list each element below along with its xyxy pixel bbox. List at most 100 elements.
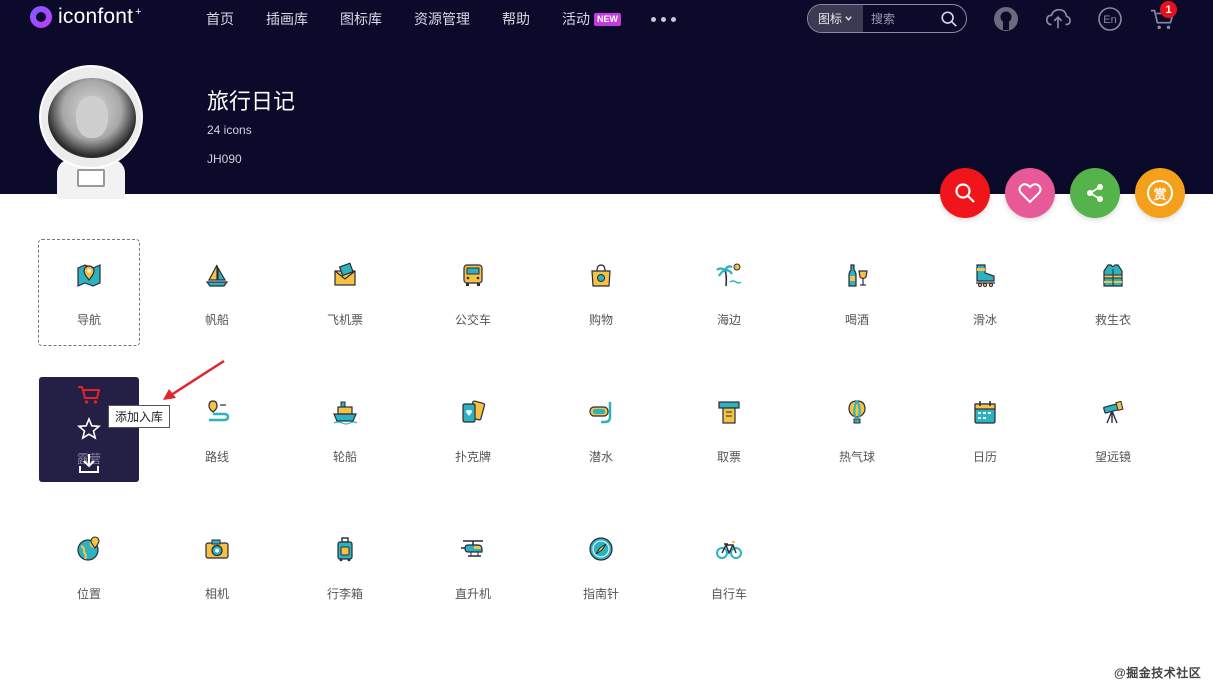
telescope-icon — [1103, 400, 1124, 424]
wine-icon — [848, 264, 868, 287]
favorite-button[interactable] — [1005, 168, 1055, 218]
icon-card[interactable]: 喝酒 — [793, 232, 921, 369]
icon-label: 公交车 — [454, 313, 491, 327]
ship-icon — [333, 401, 358, 425]
plane-ticket-icon — [334, 262, 356, 286]
search-icon — [955, 183, 975, 203]
life-vest-icon — [1103, 264, 1123, 287]
icon-label: 帆船 — [204, 313, 229, 327]
reward-label: 赏 — [1147, 180, 1173, 206]
main-nav: 首页 插画库 图标库 资源管理 帮助 活动 NEW — [206, 9, 676, 29]
bus-icon — [463, 264, 483, 286]
avatar — [39, 65, 143, 199]
nav-item-illustrations[interactable]: 插画库 — [266, 9, 308, 29]
camera-icon — [205, 539, 229, 559]
download-icon[interactable] — [77, 451, 101, 475]
icon-card[interactable]: 公交车 — [409, 232, 537, 369]
language-label: En — [1103, 14, 1116, 26]
logo-plus: + — [135, 6, 142, 18]
search-icon[interactable] — [940, 10, 958, 28]
icon-label: 导航 — [76, 313, 101, 327]
nav-item-icon-library[interactable]: 图标库 — [340, 9, 382, 29]
new-badge: NEW — [594, 12, 621, 26]
icon-card[interactable]: 直升机 — [409, 506, 537, 643]
map-pin-icon — [77, 264, 101, 287]
icon-label: 扑克牌 — [454, 450, 491, 464]
logo-text: iconfont — [58, 5, 134, 28]
icon-label: 望远镜 — [1094, 450, 1131, 464]
nav-item-help[interactable]: 帮助 — [502, 9, 530, 29]
icon-label: 指南针 — [582, 587, 619, 601]
more-icon[interactable] — [651, 16, 676, 22]
icon-label: 喝酒 — [844, 313, 869, 327]
icon-card[interactable]: 相机 — [153, 506, 281, 643]
logo-mark-icon — [30, 6, 52, 28]
luggage-icon — [337, 537, 353, 562]
icon-label: 海边 — [716, 313, 741, 327]
icon-card[interactable]: 自行车 — [665, 506, 793, 643]
calendar-icon — [974, 401, 996, 424]
avatar-helmet — [39, 65, 143, 169]
icon-card[interactable]: 日历 — [921, 369, 1049, 506]
add-to-cart-icon[interactable] — [77, 383, 101, 407]
icon-card[interactable]: 轮船 — [281, 369, 409, 506]
nav-item-resources[interactable]: 资源管理 — [414, 9, 470, 29]
icon-card[interactable]: 位置 — [25, 506, 153, 643]
page-title: 旅行日记 — [207, 89, 296, 114]
cards-icon — [462, 400, 486, 423]
search-box: 图标 — [807, 4, 967, 33]
hot-air-balloon-icon — [848, 400, 866, 424]
share-icon — [1087, 184, 1103, 202]
github-icon[interactable] — [993, 6, 1019, 32]
skate-icon — [976, 264, 995, 288]
icon-label: 救生衣 — [1094, 313, 1131, 327]
sailboat-icon — [205, 264, 229, 287]
icon-label: 潜水 — [588, 450, 613, 464]
icon-label: 位置 — [76, 587, 101, 601]
icon-label: 购物 — [588, 313, 613, 327]
icon-card[interactable]: 海边 — [665, 232, 793, 369]
icon-label: 路线 — [204, 450, 229, 464]
icon-card[interactable]: 扑克牌 — [409, 369, 537, 506]
icon-card[interactable]: 购物 — [537, 232, 665, 369]
logo[interactable]: iconfont + — [30, 4, 142, 30]
search-type-label: 图标 — [817, 12, 842, 26]
heart-icon — [1018, 183, 1042, 204]
language-en-icon[interactable]: En — [1097, 6, 1123, 32]
icon-card[interactable]: 望远镜 — [1049, 369, 1177, 506]
upload-cloud-icon[interactable] — [1045, 6, 1071, 32]
helicopter-icon — [461, 540, 483, 557]
compass-icon — [589, 537, 613, 561]
icon-card[interactable]: 行李箱 — [281, 506, 409, 643]
reward-button[interactable]: 赏 — [1135, 168, 1185, 218]
icon-label: 热气球 — [838, 450, 875, 464]
share-button[interactable] — [1070, 168, 1120, 218]
icon-card[interactable]: 导航 — [25, 232, 153, 369]
diving-mask-icon — [589, 402, 612, 424]
icon-label: 行李箱 — [326, 587, 363, 601]
icon-card[interactable]: 帆船 — [153, 232, 281, 369]
nav-item-events-label: 活动 — [562, 11, 590, 27]
icon-label: 日历 — [972, 450, 997, 464]
author-name[interactable]: JH090 — [207, 152, 242, 166]
icon-label: 飞机票 — [326, 313, 363, 327]
nav-item-events[interactable]: 活动 NEW — [562, 9, 621, 29]
search-button[interactable] — [940, 168, 990, 218]
star-icon[interactable] — [77, 417, 101, 441]
icon-card[interactable]: 热气球 — [793, 369, 921, 506]
icon-card[interactable]: 救生衣 — [1049, 232, 1177, 369]
icon-count: 24 icons — [207, 123, 252, 137]
icon-card[interactable]: 取票 — [665, 369, 793, 506]
icon-card[interactable]: 滑冰 — [921, 232, 1049, 369]
search-type-select[interactable]: 图标 — [808, 5, 863, 32]
icon-hover-panel[interactable]: 露营 — [39, 377, 139, 482]
icon-card[interactable]: 飞机票 — [281, 232, 409, 369]
nav-item-home[interactable]: 首页 — [206, 9, 234, 29]
search-input[interactable] — [871, 11, 941, 26]
beach-icon — [716, 263, 742, 287]
icon-card[interactable]: 潜水 — [537, 369, 665, 506]
tooltip: 添加入库 — [108, 405, 171, 428]
icon-card[interactable]: 指南针 — [537, 506, 665, 643]
icon-label: 自行车 — [710, 587, 747, 601]
icon-label: 取票 — [716, 450, 741, 464]
